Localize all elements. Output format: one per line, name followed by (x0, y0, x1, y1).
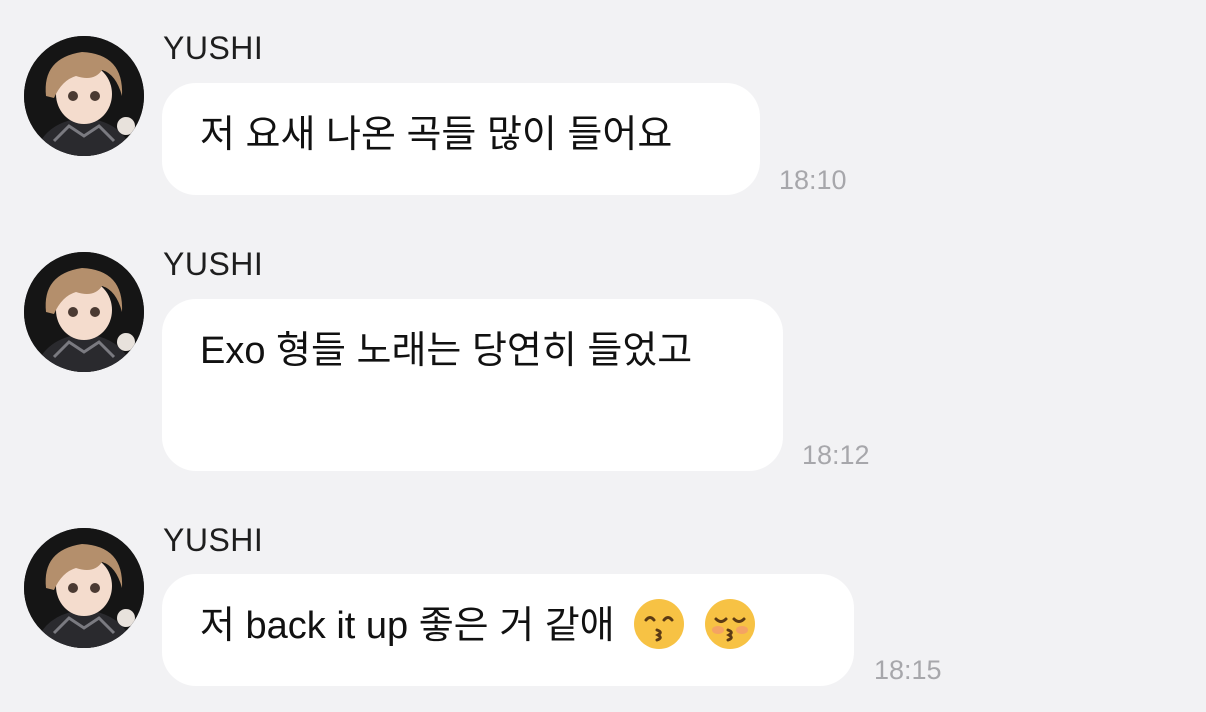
avatar[interactable] (24, 528, 144, 648)
message-bubble[interactable]: Exo 형들 노래는 당연히 들었고 (162, 299, 783, 471)
message-timestamp: 18:15 (874, 655, 942, 685)
message-bubble[interactable]: 저 back it up 좋은 거 같애 (162, 574, 854, 686)
message-bubble[interactable]: 저 요새 나온 곡들 많이 들어요 (162, 83, 760, 195)
kissing-closed-eyes-icon (704, 598, 756, 650)
kissing-smiling-eyes-icon (633, 598, 685, 650)
message-text: Exo 형들 노래는 당연히 들었고 (200, 330, 693, 372)
message-timestamp: 18:10 (779, 165, 847, 195)
avatar[interactable] (24, 252, 144, 372)
chat-thread: YUSHI 저 요새 나온 곡들 많이 들어요 18:10 YUSHI Exo … (0, 0, 1206, 712)
message-text: 저 back it up 좋은 거 같애 (200, 605, 615, 647)
sender-name: YUSHI (163, 30, 264, 66)
message-timestamp: 18:12 (802, 440, 870, 470)
avatar[interactable] (24, 36, 144, 156)
sender-name: YUSHI (163, 522, 264, 558)
sender-name: YUSHI (163, 246, 264, 282)
message-text: 저 요새 나온 곡들 많이 들어요 (200, 114, 673, 156)
